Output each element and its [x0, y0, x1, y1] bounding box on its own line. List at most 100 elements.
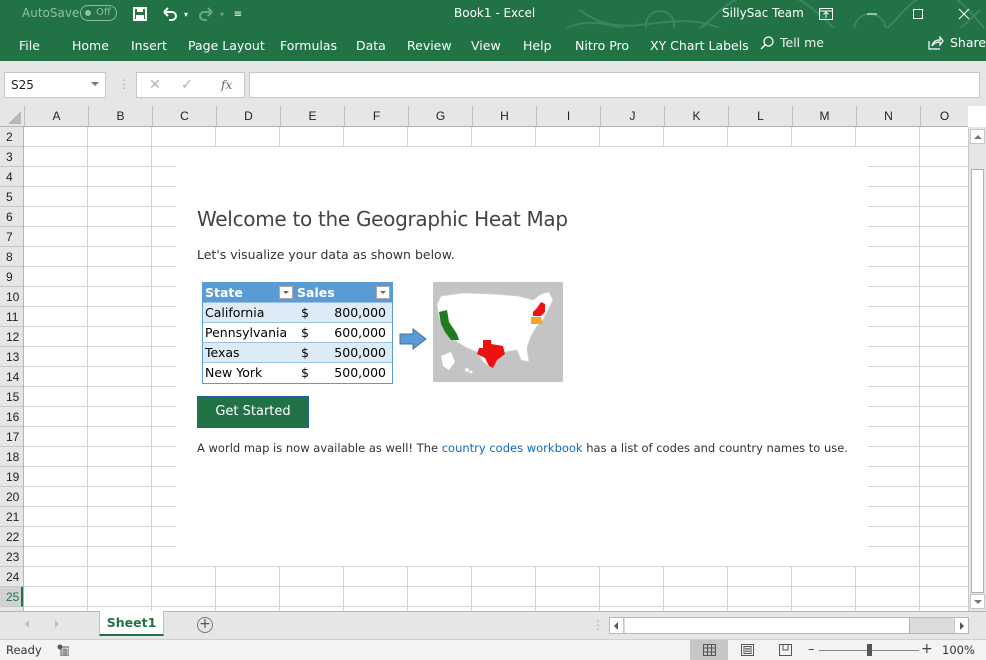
column-header-a[interactable]: A — [24, 106, 88, 126]
tab-home[interactable]: Home — [72, 38, 109, 53]
sheet-tab-sheet1[interactable]: Sheet1 — [99, 611, 164, 636]
insert-function-icon[interactable]: fx — [221, 78, 232, 92]
vertical-scrollbar[interactable] — [968, 127, 986, 611]
next-sheet-icon[interactable] — [55, 620, 59, 628]
row-header-16[interactable]: 16 — [0, 407, 23, 427]
column-header-l[interactable]: L — [728, 106, 792, 126]
formula-buttons: ✕ ✓ fx — [136, 72, 245, 98]
close-icon — [958, 8, 970, 20]
row-header-20[interactable]: 20 — [0, 487, 23, 507]
select-all-button[interactable] — [0, 106, 24, 127]
normal-view-button[interactable] — [690, 640, 728, 660]
name-box[interactable]: S25 — [4, 72, 106, 98]
tab-split-handle[interactable]: ⋮ — [592, 618, 604, 632]
page-layout-view-button[interactable] — [728, 640, 766, 660]
row-header-6[interactable]: 6 — [0, 207, 23, 227]
formula-input[interactable] — [249, 72, 980, 98]
column-header-n[interactable]: N — [856, 106, 920, 126]
tab-page-layout[interactable]: Page Layout — [188, 38, 265, 53]
row-header-25[interactable]: 25 — [0, 587, 23, 607]
horizontal-scrollbar[interactable] — [609, 617, 969, 634]
tab-review[interactable]: Review — [407, 38, 452, 53]
macro-recording-icon[interactable] — [57, 644, 69, 656]
scroll-left-button[interactable] — [610, 618, 624, 633]
zoom-out-button[interactable]: – — [808, 642, 815, 657]
column-header-o[interactable]: O — [920, 106, 968, 126]
column-header-g[interactable]: G — [408, 106, 472, 126]
chevron-down-icon[interactable] — [91, 82, 99, 86]
column-header-e[interactable]: E — [280, 106, 344, 126]
row-header-12[interactable]: 12 — [0, 327, 23, 347]
row-header-9[interactable]: 9 — [0, 267, 23, 287]
column-header-h[interactable]: H — [472, 106, 536, 126]
sales-cell: 500,000 — [334, 365, 386, 380]
undo-dropdown[interactable]: ▾ — [176, 4, 196, 24]
tab-help[interactable]: Help — [523, 38, 552, 53]
tab-data[interactable]: Data — [356, 38, 386, 53]
row-header-17[interactable]: 17 — [0, 427, 23, 447]
previous-sheet-icon[interactable] — [25, 620, 29, 628]
ribbon-display-options-button[interactable] — [806, 0, 846, 28]
scroll-right-button[interactable] — [954, 618, 968, 633]
autosave-toggle[interactable]: Off — [80, 5, 117, 21]
row-header-3[interactable]: 3 — [0, 147, 23, 167]
column-header-c[interactable]: C — [152, 106, 216, 126]
note-text-before: A world map is now available as well! Th… — [197, 441, 442, 455]
zoom-level[interactable]: 100% — [942, 643, 975, 657]
enter-icon[interactable]: ✓ — [181, 77, 193, 93]
close-button[interactable] — [944, 0, 984, 28]
row-header-22[interactable]: 22 — [0, 527, 23, 547]
scroll-up-button[interactable] — [970, 129, 985, 144]
cancel-icon[interactable]: ✕ — [149, 77, 161, 93]
column-header-d[interactable]: D — [216, 106, 280, 126]
tab-view[interactable]: View — [471, 38, 501, 53]
customize-qat-button[interactable]: ≡ — [228, 4, 248, 24]
tab-xy-chart-labels[interactable]: XY Chart Labels — [650, 38, 749, 53]
row-header-24[interactable]: 24 — [0, 567, 23, 587]
row-header-4[interactable]: 4 — [0, 167, 23, 187]
row-header-7[interactable]: 7 — [0, 227, 23, 247]
ribbon-display-icon — [819, 8, 833, 20]
row-header-14[interactable]: 14 — [0, 367, 23, 387]
row-header-5[interactable]: 5 — [0, 187, 23, 207]
horizontal-scroll-thumb[interactable] — [625, 618, 910, 633]
tab-insert[interactable]: Insert — [131, 38, 167, 53]
row-header-19[interactable]: 19 — [0, 467, 23, 487]
row-header-13[interactable]: 13 — [0, 347, 23, 367]
sample-data-table: State Sales California $800,000 Pennsylv… — [202, 282, 393, 384]
resize-handle[interactable]: ⋮ — [118, 77, 130, 91]
table-row: Pennsylvania $600,000 — [203, 323, 392, 343]
tab-nitro-pro[interactable]: Nitro Pro — [575, 38, 629, 53]
get-started-button[interactable]: Get Started — [197, 396, 309, 428]
gridline-vertical — [87, 127, 88, 611]
vertical-scroll-thumb[interactable] — [971, 169, 984, 593]
column-header-k[interactable]: K — [664, 106, 728, 126]
column-header-b[interactable]: B — [88, 106, 152, 126]
maximize-button[interactable] — [898, 0, 938, 28]
scroll-down-button[interactable] — [970, 594, 985, 609]
tab-formulas[interactable]: Formulas — [280, 38, 337, 53]
column-header-j[interactable]: J — [600, 106, 664, 126]
row-header-11[interactable]: 11 — [0, 307, 23, 327]
new-sheet-button[interactable]: + — [197, 617, 213, 633]
tab-file[interactable]: File — [19, 38, 40, 53]
tell-me-search[interactable]: Tell me — [760, 35, 824, 50]
zoom-slider-thumb[interactable] — [867, 644, 872, 656]
row-header-10[interactable]: 10 — [0, 287, 23, 307]
row-header-15[interactable]: 15 — [0, 387, 23, 407]
row-header-8[interactable]: 8 — [0, 247, 23, 267]
share-button[interactable]: Share — [928, 35, 986, 50]
row-header-21[interactable]: 21 — [0, 507, 23, 527]
row-header-23[interactable]: 23 — [0, 547, 23, 567]
user-name[interactable]: SillySac Team — [722, 6, 804, 20]
save-button[interactable] — [130, 4, 150, 24]
zoom-in-button[interactable]: + — [921, 641, 933, 657]
row-header-2[interactable]: 2 — [0, 127, 23, 147]
page-break-preview-button[interactable] — [766, 640, 804, 660]
minimize-button[interactable] — [852, 0, 892, 28]
column-header-m[interactable]: M — [792, 106, 856, 126]
column-header-f[interactable]: F — [344, 106, 408, 126]
row-header-18[interactable]: 18 — [0, 447, 23, 467]
column-header-i[interactable]: I — [536, 106, 600, 126]
country-codes-workbook-link[interactable]: country codes workbook — [442, 441, 583, 455]
